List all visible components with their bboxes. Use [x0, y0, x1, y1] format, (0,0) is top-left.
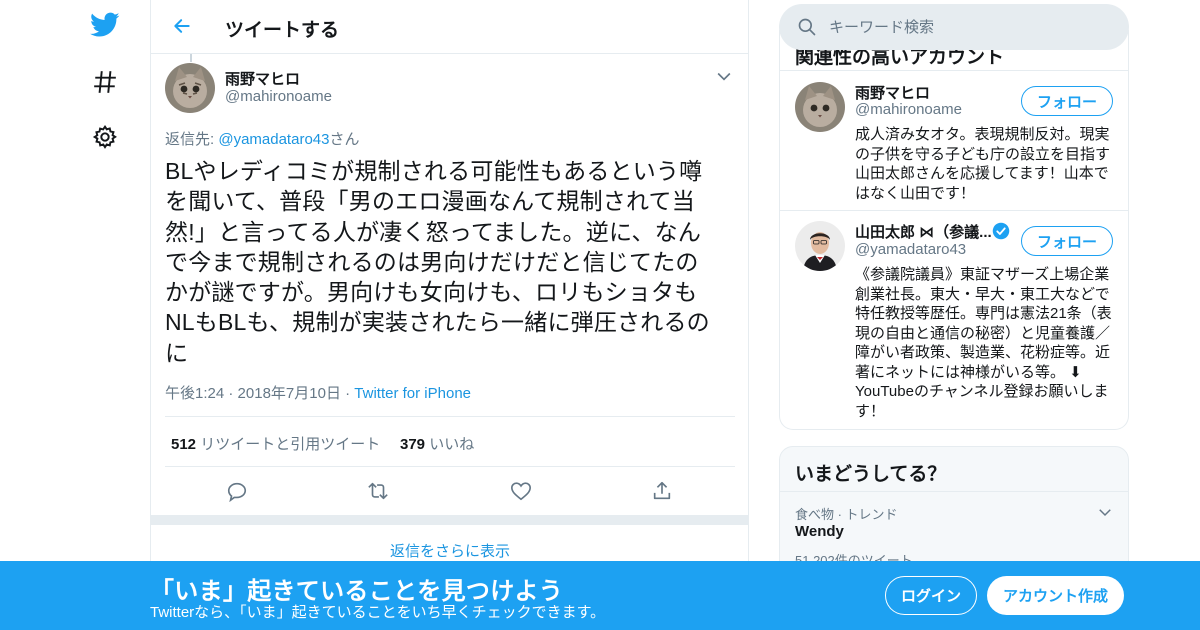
tweet-actions [151, 478, 749, 506]
twitter-bird-icon [90, 12, 120, 37]
login-button[interactable]: ログイン [885, 576, 977, 615]
verified-badge-icon [992, 222, 1010, 240]
tweet-source-link[interactable]: Twitter for iPhone [354, 385, 471, 402]
tweet-menu-button[interactable] [714, 66, 734, 86]
share-icon [653, 481, 671, 500]
tweet-date[interactable]: 2018年7月10日 [238, 385, 341, 402]
like-label: いいね [429, 436, 475, 453]
account-card[interactable]: 雨野マヒロ @mahironoame フォロー 成人済み女オタ。表現規制反対。現… [780, 71, 1128, 211]
reply-icon [227, 482, 247, 502]
related-accounts-panel: 関連性の高いアカウント 雨野マヒロ @mahironoame フォロー 成人済み… [779, 30, 1129, 430]
reply-to-line: 返信先: @yamadataro43さん [165, 128, 359, 149]
tweet-text-line: で今まで規制されるのは男向けだけだと信じてたの [165, 248, 699, 275]
meta-dot: · [345, 385, 355, 402]
author-handle[interactable]: @mahironoame [225, 88, 332, 105]
bio-line: 特任教授等歴任。専門は憲法21条（表 [855, 305, 1112, 322]
retweet-count: 512 [171, 436, 197, 453]
likes-stat[interactable]: 379 いいね [400, 433, 474, 454]
retweet-button[interactable] [365, 478, 391, 504]
main-column: ツイートする 雨野マヒロ @mahironoame 返信先: @yamadata… [150, 0, 749, 630]
tweet-text-line: を聞いて、普段「男のエロ漫画なんて規制されて当 [165, 188, 695, 215]
chevron-down-icon [1099, 509, 1111, 517]
reply-button[interactable] [224, 478, 250, 504]
meta-dot: · [228, 385, 238, 402]
account-name[interactable]: 雨野マヒロ [855, 82, 930, 103]
like-count: 379 [400, 436, 426, 453]
person-avatar-image [795, 221, 845, 271]
follow-button[interactable]: フォロー [1021, 226, 1113, 256]
trends-divider [780, 491, 1128, 492]
show-more-replies-link[interactable]: 返信をさらに表示 [151, 540, 749, 561]
reply-suffix: さん [329, 131, 360, 148]
author-name[interactable]: 雨野マヒロ [225, 68, 300, 89]
cat-avatar-image [165, 63, 215, 113]
back-button[interactable] [169, 13, 195, 39]
bio-line: 障がい者政策、製造業、花粉症等。近 [855, 344, 1111, 361]
chevron-down-icon [717, 72, 731, 81]
tweet-text-line: BLやレディコミが規制される可能性もあるという噂 [165, 158, 703, 184]
bio-line: 著にネットには神様がいる等。 ⬇︎ [855, 363, 1082, 381]
bio-line: す！ [855, 402, 886, 420]
cat-avatar-image [795, 82, 845, 132]
signup-banner: 「いま」起きていることを見つけよう Twitterなら、「いま」起きていることを… [0, 561, 1200, 630]
retweet-label: リツイートと引用ツイート [200, 436, 381, 453]
section-divider [151, 515, 749, 525]
tweet-meta: 午後1:24 · 2018年7月10日 · Twitter for iPhone [165, 382, 471, 403]
bio-line: 現の自由と通信の秘密）と児童養護／ [855, 324, 1111, 342]
bio-line: 成人済み女オタ。表現規制反対。現実 [855, 126, 1110, 143]
hashtag-icon [94, 71, 116, 93]
account-bio: 成人済み女オタ。表現規制反対。現実 の子供を守る子ども庁の設立を目指す 山田太郎… [855, 125, 1117, 203]
twitter-home-button[interactable] [86, 6, 124, 44]
explore-button[interactable] [86, 63, 124, 101]
account-handle[interactable]: @yamadataro43 [855, 241, 966, 258]
trend-category: 食べ物 · トレンド [795, 507, 898, 522]
retweet-icon [368, 482, 388, 500]
gear-icon [92, 124, 117, 149]
account-bio: 《参議院議員》東証マザーズ上場企業 創業社長。東大・早大・東工大などで 特任教授… [855, 265, 1117, 421]
account-name[interactable]: 山田太郎 ⋈（参議... [855, 221, 992, 242]
trend-menu-button[interactable] [1096, 503, 1114, 521]
account-avatar[interactable] [795, 82, 845, 132]
reply-to-link[interactable]: @yamadataro43 [218, 131, 329, 148]
bio-line: 山田太郎さんを応援してます！山本で [855, 165, 1109, 182]
tweet-stats: 512 リツイートと引用ツイート 379 いいね [165, 416, 735, 467]
thread-connector [190, 54, 192, 62]
left-nav [80, 0, 130, 630]
retweets-stat[interactable]: 512 リツイートと引用ツイート [171, 433, 380, 454]
tweet-text-line: に [165, 339, 189, 366]
tweet-text-line: 然!」と言ってる人が凄く怒ってました。逆に、なん [165, 218, 702, 245]
back-arrow-icon [174, 19, 190, 33]
account-handle[interactable]: @mahironoame [855, 101, 962, 118]
signup-button[interactable]: アカウント作成 [987, 576, 1124, 615]
bio-line: 創業社長。東大・早大・東工大などで [855, 285, 1110, 303]
settings-button[interactable] [86, 118, 124, 156]
tweet-text-line: かが謎ですが。男向けも女向けも、ロリもショタも [165, 279, 698, 306]
account-card[interactable]: 山田太郎 ⋈（参議... @yamadataro43 フォロー 《参議院議員》東… [780, 211, 1128, 429]
share-button[interactable] [649, 478, 675, 504]
twitter-page: ツイートする 雨野マヒロ @mahironoame 返信先: @yamadata… [0, 0, 1200, 630]
trends-title: いまどうしてる？ [795, 464, 947, 485]
like-icon [511, 482, 531, 501]
banner-subtitle: Twitterなら、「いま」起きていることをいち早くチェックできます。 [150, 604, 606, 621]
bio-line: YouTubeのチャンネル登録お願いしま [855, 383, 1109, 400]
reply-prefix: 返信先: [165, 131, 219, 148]
search-box[interactable] [779, 4, 1129, 50]
bio-line: はなく山田です！ [855, 184, 976, 202]
like-button[interactable] [508, 478, 534, 504]
account-avatar[interactable] [795, 221, 845, 271]
tweet-text-line: NLもBLも、規制が実装されたら一緒に弾圧されるの [165, 309, 710, 336]
search-icon [798, 18, 816, 36]
bio-line: 《参議院議員》東証マザーズ上場企業 [855, 266, 1110, 283]
author-avatar[interactable] [165, 63, 215, 113]
trend-name[interactable]: Wendy [795, 523, 844, 540]
page-title: ツイートする [225, 20, 340, 41]
page-header: ツイートする [151, 0, 749, 54]
follow-button[interactable]: フォロー [1021, 86, 1113, 116]
search-input[interactable] [829, 4, 1109, 50]
tweet-time[interactable]: 午後1:24 [165, 385, 224, 402]
bio-line: の子供を守る子ども庁の設立を目指す [855, 145, 1111, 163]
tweet-text: BLやレディコミが規制される可能性もあるという噂 を聞いて、普段「男のエロ漫画な… [165, 156, 725, 368]
